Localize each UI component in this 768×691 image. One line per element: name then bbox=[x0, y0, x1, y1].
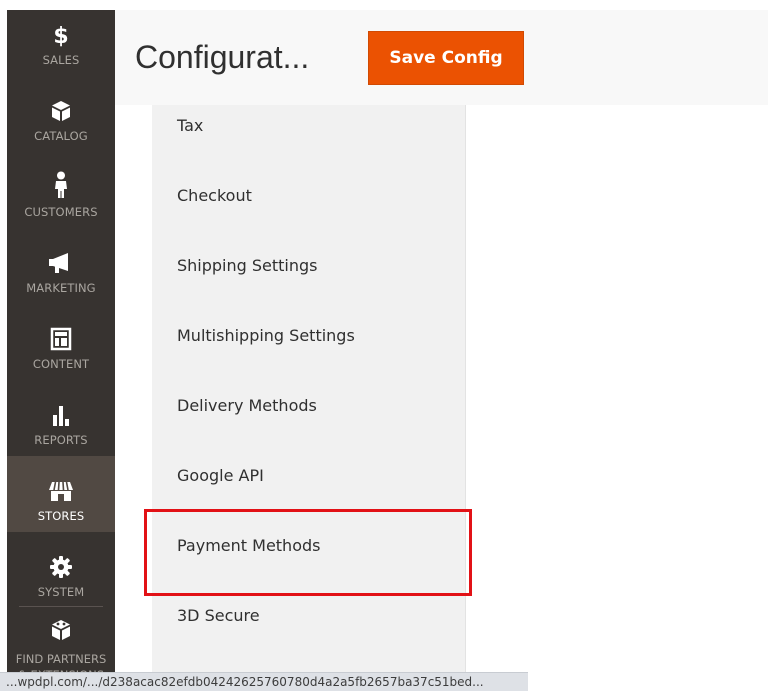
save-config-button[interactable]: Save Config bbox=[368, 31, 524, 85]
person-icon bbox=[52, 171, 70, 203]
nav-content-label: CONTENT bbox=[32, 357, 90, 371]
find-partners-label: FIND PARTNERS bbox=[15, 652, 107, 666]
config-menu-item-tax[interactable]: Tax bbox=[177, 116, 203, 135]
storefront-icon bbox=[48, 479, 74, 507]
sidebar-divider bbox=[19, 606, 103, 607]
top-strip bbox=[0, 0, 768, 10]
nav-catalog-label: CATALOG bbox=[34, 129, 88, 143]
nav-customers[interactable]: CUSTOMERS bbox=[7, 152, 115, 228]
config-menu: Tax Checkout Shipping Settings Multiship… bbox=[152, 105, 466, 675]
nav-sales[interactable]: $ SALES bbox=[7, 10, 115, 76]
dollar-icon: $ bbox=[50, 21, 72, 51]
bar-chart-icon bbox=[50, 403, 72, 431]
nav-system-label: SYSTEM bbox=[37, 585, 85, 599]
config-menu-item-3d-secure[interactable]: 3D Secure bbox=[177, 606, 260, 625]
nav-stores-label: STORES bbox=[37, 509, 85, 523]
nav-catalog[interactable]: CATALOG bbox=[7, 76, 115, 152]
nav-marketing[interactable]: MARKETING bbox=[7, 228, 115, 304]
status-url-bar: ...wpdpl.com/.../d238acac82efdb042426257… bbox=[0, 672, 528, 691]
nav-system[interactable]: SYSTEM bbox=[7, 532, 115, 608]
megaphone-icon bbox=[48, 251, 74, 279]
nav-customers-label: CUSTOMERS bbox=[24, 205, 98, 219]
page-title: Configurat... bbox=[135, 39, 310, 75]
gear-icon bbox=[49, 555, 73, 583]
nav-marketing-label: MARKETING bbox=[26, 281, 96, 295]
box-icon bbox=[50, 99, 72, 127]
config-menu-item-payment-methods[interactable]: Payment Methods bbox=[177, 536, 320, 555]
nav-stores[interactable]: STORES bbox=[7, 456, 115, 532]
config-menu-item-delivery-methods[interactable]: Delivery Methods bbox=[177, 396, 317, 415]
layout-icon bbox=[50, 327, 72, 355]
nav-sales-label: SALES bbox=[42, 53, 80, 67]
admin-sidebar: $ SALES CATALOG CUSTOMERS MARKETING CONT… bbox=[7, 10, 115, 691]
page-header: Configurat... Save Config bbox=[115, 10, 768, 105]
config-menu-item-multishipping-settings[interactable]: Multishipping Settings bbox=[177, 326, 355, 345]
nav-reports[interactable]: REPORTS bbox=[7, 380, 115, 456]
nav-content[interactable]: CONTENT bbox=[7, 304, 115, 380]
config-menu-item-shipping-settings[interactable]: Shipping Settings bbox=[177, 256, 318, 275]
config-menu-item-google-api[interactable]: Google API bbox=[177, 466, 264, 485]
blocks-icon bbox=[50, 618, 72, 646]
nav-reports-label: REPORTS bbox=[34, 433, 88, 447]
svg-text:$: $ bbox=[53, 24, 68, 47]
config-menu-item-checkout[interactable]: Checkout bbox=[177, 186, 252, 205]
